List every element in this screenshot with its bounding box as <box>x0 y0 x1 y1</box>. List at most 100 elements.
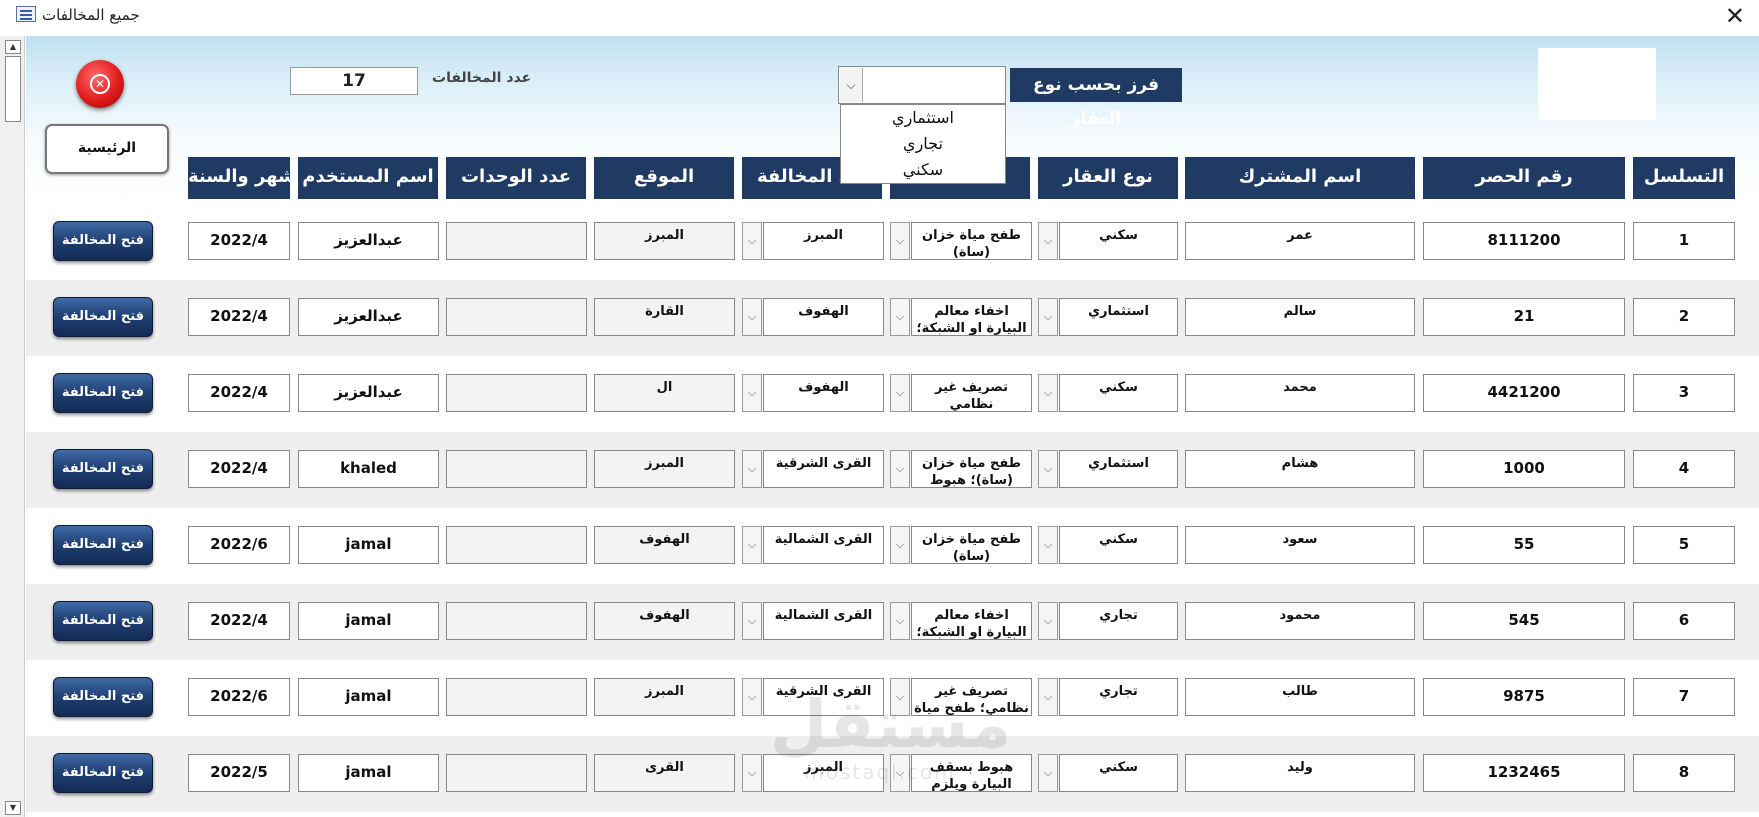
units-field[interactable] <box>446 602 587 640</box>
chevron-down-icon[interactable]: ⌵ <box>1038 374 1058 412</box>
area-field[interactable]: القرى الشمالية <box>763 602 884 640</box>
violation-field[interactable]: تصريف غير نظامي؛ طفح مياة <box>911 678 1032 716</box>
chevron-down-icon[interactable]: ⌵ <box>1038 526 1058 564</box>
violation-field[interactable]: طفح مياة خزان (ساة)؛ هبوط <box>911 450 1032 488</box>
location-field[interactable]: المبرز <box>594 678 735 716</box>
user-field[interactable]: عبدالعزيز <box>298 298 439 336</box>
chevron-down-icon[interactable]: ⌵ <box>742 222 762 260</box>
sort-dropdown-list[interactable]: استثماري تجاري سكني <box>840 104 1006 184</box>
sort-option[interactable]: استثماري <box>841 105 1005 131</box>
open-violation-button[interactable]: فتح المخالفة <box>53 601 153 641</box>
record-field[interactable]: 55 <box>1423 526 1625 564</box>
location-field[interactable]: ال <box>594 374 735 412</box>
chevron-down-icon[interactable]: ⌵ <box>742 450 762 488</box>
subscriber-field[interactable]: طالب <box>1185 678 1415 716</box>
chevron-down-icon[interactable]: ⌵ <box>840 68 863 102</box>
close-icon[interactable]: ✕ <box>1725 2 1745 30</box>
user-field[interactable]: jamal <box>298 526 439 564</box>
vertical-scrollbar[interactable]: ▲ ▼ <box>0 36 25 817</box>
month-year-field[interactable]: 2022/4 <box>188 222 290 260</box>
area-field[interactable]: القرى الشرقية <box>763 678 884 716</box>
chevron-down-icon[interactable]: ⌵ <box>1038 678 1058 716</box>
seq-field[interactable]: 8 <box>1633 754 1735 792</box>
user-field[interactable]: jamal <box>298 602 439 640</box>
chevron-down-icon[interactable]: ⌵ <box>890 298 910 336</box>
location-field[interactable]: الهفوف <box>594 526 735 564</box>
location-field[interactable]: المبرز <box>594 450 735 488</box>
violation-field[interactable]: هبوط بسقف البيارة ويلزم اصلاحها <box>911 754 1032 792</box>
sort-option[interactable]: سكني <box>841 157 1005 183</box>
open-violation-button[interactable]: فتح المخالفة <box>53 753 153 793</box>
area-field[interactable]: المبرز <box>763 222 884 260</box>
user-field[interactable]: jamal <box>298 678 439 716</box>
chevron-down-icon[interactable]: ⌵ <box>742 374 762 412</box>
home-button[interactable]: الرئيسية <box>45 124 169 174</box>
open-violation-button[interactable]: فتح المخالفة <box>53 297 153 337</box>
seq-field[interactable]: 2 <box>1633 298 1735 336</box>
location-field[interactable]: الهفوف <box>594 602 735 640</box>
area-field[interactable]: المبرز <box>763 754 884 792</box>
scroll-down-icon[interactable]: ▼ <box>5 801 21 815</box>
units-field[interactable] <box>446 222 587 260</box>
units-field[interactable] <box>446 298 587 336</box>
property-type-field[interactable]: استثماري <box>1059 450 1178 488</box>
area-field[interactable]: القرى الشرقية <box>763 450 884 488</box>
property-type-field[interactable]: تجاري <box>1059 678 1178 716</box>
chevron-down-icon[interactable]: ⌵ <box>890 374 910 412</box>
seq-field[interactable]: 4 <box>1633 450 1735 488</box>
month-year-field[interactable]: 2022/4 <box>188 374 290 412</box>
user-field[interactable]: عبدالعزيز <box>298 222 439 260</box>
location-field[interactable]: القرى <box>594 754 735 792</box>
seq-field[interactable]: 1 <box>1633 222 1735 260</box>
subscriber-field[interactable]: محمد <box>1185 374 1415 412</box>
sort-combo[interactable]: ⌵ <box>838 66 1006 104</box>
month-year-field[interactable]: 2022/4 <box>188 298 290 336</box>
scroll-up-icon[interactable]: ▲ <box>5 40 21 54</box>
property-type-field[interactable]: استثماري <box>1059 298 1178 336</box>
property-type-field[interactable]: سكني <box>1059 222 1178 260</box>
chevron-down-icon[interactable]: ⌵ <box>890 602 910 640</box>
area-field[interactable]: الهفوف <box>763 298 884 336</box>
open-violation-button[interactable]: فتح المخالفة <box>53 525 153 565</box>
area-field[interactable]: الهفوف <box>763 374 884 412</box>
chevron-down-icon[interactable]: ⌵ <box>890 526 910 564</box>
seq-field[interactable]: 6 <box>1633 602 1735 640</box>
chevron-down-icon[interactable]: ⌵ <box>742 298 762 336</box>
record-field[interactable]: 4421200 <box>1423 374 1625 412</box>
violation-field[interactable]: اخفاء معالم البيارة او الشبكة؛ الوقوف <box>911 298 1032 336</box>
chevron-down-icon[interactable]: ⌵ <box>742 754 762 792</box>
property-type-field[interactable]: تجاري <box>1059 602 1178 640</box>
violation-field[interactable]: تصريف غير نظامي <box>911 374 1032 412</box>
month-year-field[interactable]: 2022/5 <box>188 754 290 792</box>
user-field[interactable]: عبدالعزيز <box>298 374 439 412</box>
chevron-down-icon[interactable]: ⌵ <box>1038 450 1058 488</box>
property-type-field[interactable]: سكني <box>1059 754 1178 792</box>
subscriber-field[interactable]: وليد <box>1185 754 1415 792</box>
chevron-down-icon[interactable]: ⌵ <box>890 222 910 260</box>
month-year-field[interactable]: 2022/4 <box>188 450 290 488</box>
location-field[interactable]: القارة <box>594 298 735 336</box>
open-violation-button[interactable]: فتح المخالفة <box>53 677 153 717</box>
record-field[interactable]: 545 <box>1423 602 1625 640</box>
chevron-down-icon[interactable]: ⌵ <box>1038 602 1058 640</box>
seq-field[interactable]: 7 <box>1633 678 1735 716</box>
chevron-down-icon[interactable]: ⌵ <box>742 678 762 716</box>
units-field[interactable] <box>446 374 587 412</box>
month-year-field[interactable]: 2022/6 <box>188 678 290 716</box>
location-field[interactable]: المبرز <box>594 222 735 260</box>
chevron-down-icon[interactable]: ⌵ <box>742 602 762 640</box>
seq-field[interactable]: 3 <box>1633 374 1735 412</box>
user-field[interactable]: jamal <box>298 754 439 792</box>
violation-field[interactable]: طفح مياة خزان (ساة) <box>911 526 1032 564</box>
record-field[interactable]: 21 <box>1423 298 1625 336</box>
property-type-field[interactable]: سكني <box>1059 526 1178 564</box>
record-field[interactable]: 1000 <box>1423 450 1625 488</box>
violation-field[interactable]: طفح مياة خزان (ساة) <box>911 222 1032 260</box>
units-field[interactable] <box>446 678 587 716</box>
area-field[interactable]: القرى الشمالية <box>763 526 884 564</box>
record-field[interactable]: 1232465 <box>1423 754 1625 792</box>
month-year-field[interactable]: 2022/4 <box>188 602 290 640</box>
subscriber-field[interactable]: عمر <box>1185 222 1415 260</box>
close-form-button[interactable]: ✕ <box>76 60 124 108</box>
seq-field[interactable]: 5 <box>1633 526 1735 564</box>
